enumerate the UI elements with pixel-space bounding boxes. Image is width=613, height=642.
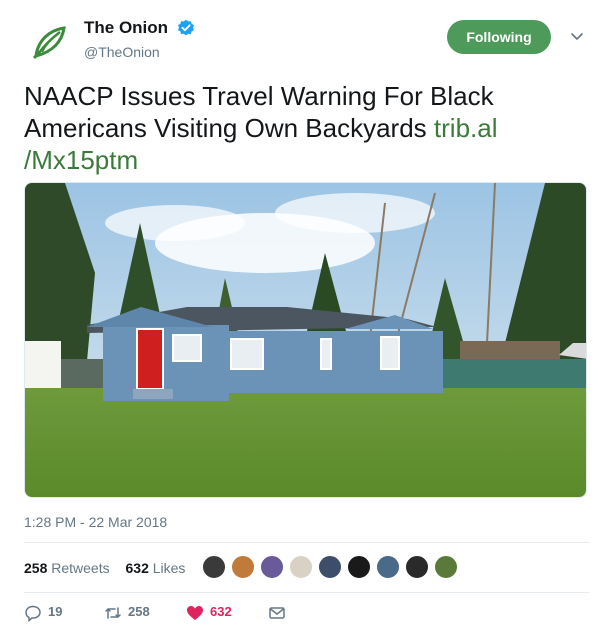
retweet-button[interactable]: 258 bbox=[104, 600, 150, 624]
tweet-actions: 19 258 632 bbox=[24, 600, 324, 624]
avatar[interactable] bbox=[347, 555, 371, 579]
heart-icon bbox=[187, 605, 203, 620]
tweet-text: NAACP Issues Travel Warning For Black Am… bbox=[24, 80, 589, 176]
retweet-count: 258 bbox=[128, 604, 150, 619]
retweets-label[interactable]: Retweets bbox=[51, 560, 109, 576]
reply-button[interactable]: 19 bbox=[24, 600, 62, 624]
photo-house-backyard bbox=[25, 183, 586, 497]
avatar[interactable] bbox=[434, 555, 458, 579]
avatar[interactable] bbox=[318, 555, 342, 579]
like-count: 632 bbox=[210, 604, 232, 619]
tweet-photo[interactable] bbox=[24, 182, 587, 498]
divider-top bbox=[24, 542, 589, 543]
avatar[interactable] bbox=[289, 555, 313, 579]
like-button[interactable]: 632 bbox=[186, 600, 232, 624]
direct-message-button[interactable] bbox=[268, 600, 292, 624]
chevron-down-icon[interactable] bbox=[569, 28, 585, 44]
retweets-count[interactable]: 258 bbox=[24, 560, 47, 576]
timestamp[interactable]: 1:28 PM - 22 Mar 2018 bbox=[24, 514, 167, 530]
account-names: The Onion @TheOnion bbox=[84, 18, 195, 60]
following-button[interactable]: Following bbox=[447, 20, 551, 54]
likes-label[interactable]: Likes bbox=[153, 560, 186, 576]
tweet-header: The Onion @TheOnion Following bbox=[24, 14, 594, 70]
avatar[interactable] bbox=[405, 555, 429, 579]
retweet-icon bbox=[105, 606, 121, 619]
reply-icon bbox=[25, 605, 41, 622]
handle[interactable]: @TheOnion bbox=[84, 44, 195, 60]
avatar[interactable] bbox=[231, 555, 255, 579]
display-name[interactable]: The Onion bbox=[84, 18, 168, 38]
tweet-link-part1[interactable]: trib.al bbox=[434, 113, 498, 143]
avatar[interactable] bbox=[376, 555, 400, 579]
reply-count: 19 bbox=[48, 604, 63, 619]
tweet-body: NAACP Issues Travel Warning For Black Am… bbox=[24, 81, 494, 143]
envelope-icon bbox=[269, 606, 285, 619]
avatar[interactable] bbox=[260, 555, 284, 579]
avatar[interactable] bbox=[202, 555, 226, 579]
likes-count[interactable]: 632 bbox=[126, 560, 149, 576]
verified-badge-icon bbox=[177, 19, 195, 37]
onion-logo-icon[interactable] bbox=[24, 18, 74, 68]
divider-bottom bbox=[24, 592, 589, 593]
tweet-link-part2[interactable]: /Mx15ptm bbox=[24, 145, 138, 175]
engagement-stats: 258 Retweets 632 Likes bbox=[24, 556, 197, 580]
